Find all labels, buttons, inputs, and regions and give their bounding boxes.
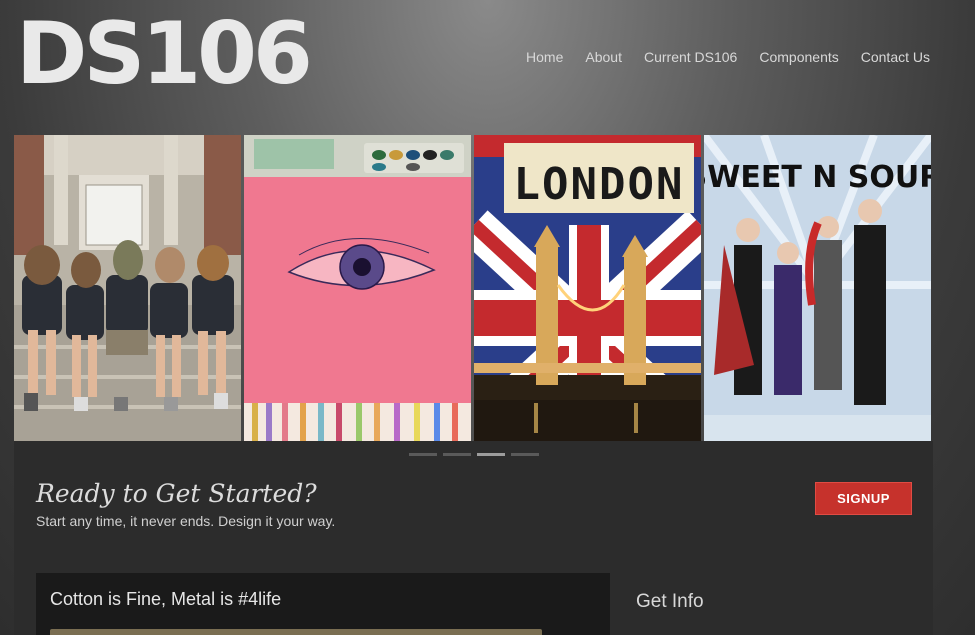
cta-subtitle: Start any time, it never ends. Design it…	[36, 513, 336, 529]
nav-contact-us[interactable]: Contact Us	[861, 49, 930, 65]
slider-dot-2[interactable]	[443, 453, 471, 456]
slide-sweet-n-sour-poster[interactable]: SWEET N SOUR	[704, 135, 931, 441]
slide-eye-drawing-watercolor[interactable]	[244, 135, 471, 441]
post-title[interactable]: Cotton is Fine, Metal is #4life	[50, 589, 281, 610]
image-slider: LONDON SWEET N SOUR	[14, 135, 933, 441]
slider-dot-3[interactable]	[477, 453, 505, 456]
slider-dot-4[interactable]	[511, 453, 539, 456]
slide-people-with-animal-masks[interactable]	[14, 135, 241, 441]
main-nav: Home About Current DS106 Components Cont…	[526, 49, 930, 65]
nav-home[interactable]: Home	[526, 49, 563, 65]
main-content-panel: Ready to Get Started? Start any time, it…	[14, 441, 933, 635]
slider-pagination	[409, 453, 539, 456]
post-image-top	[50, 629, 542, 635]
slide-london-tower-bridge[interactable]: LONDON	[474, 135, 701, 441]
cta-title: Ready to Get Started?	[36, 479, 317, 508]
nav-about[interactable]: About	[585, 49, 622, 65]
nav-components[interactable]: Components	[759, 49, 838, 65]
site-logo[interactable]: DS106	[16, 8, 313, 100]
sidebar-title: Get Info	[636, 591, 704, 612]
signup-button[interactable]: SIGNUP	[815, 482, 912, 515]
nav-current-ds106[interactable]: Current DS106	[644, 49, 737, 65]
slider-dot-1[interactable]	[409, 453, 437, 456]
poster-title-text: SWEET N SOUR	[704, 160, 931, 195]
featured-post[interactable]: Cotton is Fine, Metal is #4life	[36, 573, 610, 635]
london-text: LONDON	[514, 159, 685, 210]
